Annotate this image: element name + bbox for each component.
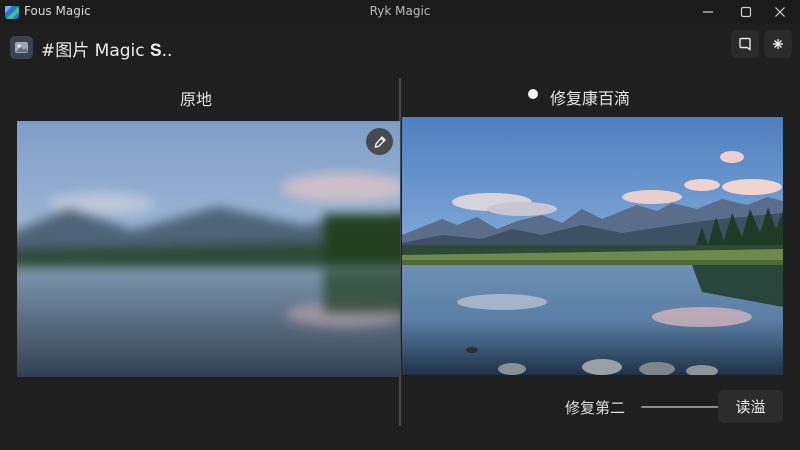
- select-button[interactable]: 读溢: [718, 390, 783, 423]
- status-dot: [528, 89, 538, 99]
- restored-label: 修复康百滴: [550, 89, 631, 108]
- original-label: 原地: [179, 90, 212, 109]
- bookmark-icon: [739, 37, 751, 51]
- strength-slider[interactable]: [641, 406, 721, 408]
- eyedropper-button[interactable]: [366, 128, 393, 155]
- minimize-button[interactable]: [688, 0, 728, 24]
- photo-icon[interactable]: [10, 36, 33, 59]
- sparkle-icon: [773, 39, 783, 49]
- toolbar: #图片 Magic 𝐒..: [0, 24, 800, 70]
- original-image: [17, 121, 400, 377]
- maximize-icon: [740, 6, 752, 18]
- close-button[interactable]: [760, 0, 800, 24]
- minimize-icon: [703, 11, 713, 13]
- eyedropper-icon: [374, 135, 386, 148]
- title-bar: Fous Magic Ryk Magic: [0, 0, 800, 24]
- window-title: Ryk Magic: [369, 4, 431, 18]
- restored-image: [402, 117, 783, 375]
- sparkle-button[interactable]: [764, 30, 792, 58]
- bookmark-button[interactable]: [731, 30, 759, 58]
- toolbar-title: #图片 Magic 𝐒..: [41, 41, 173, 61]
- close-icon: [775, 7, 785, 17]
- strength-label: 修复第二: [565, 399, 626, 417]
